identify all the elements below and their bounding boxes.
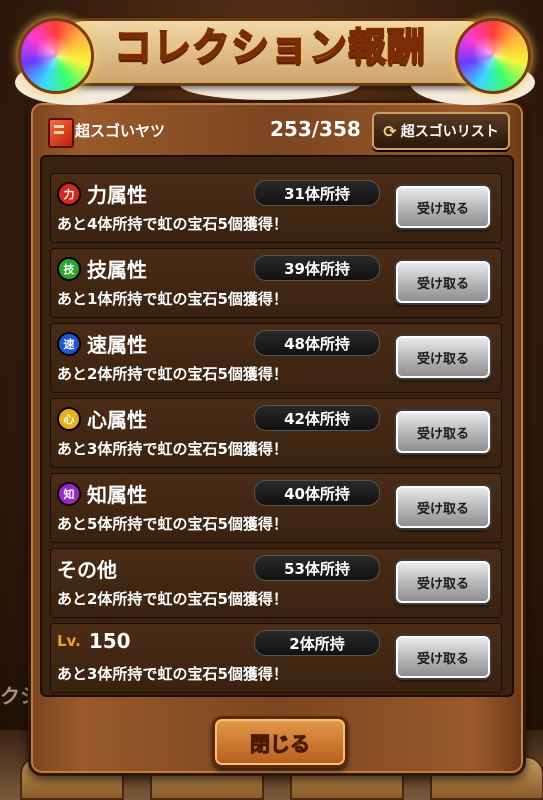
row-title-text: 知属性 xyxy=(87,483,147,507)
reward-row-power: 力 力属性 31体所持 あと4体所持で虹の宝石5個獲得！ 受け取る xyxy=(50,173,502,243)
receive-button[interactable]: 受け取る xyxy=(396,561,490,603)
reward-description: あと4体所持で虹の宝石5個獲得！ xyxy=(57,215,288,233)
receive-button[interactable]: 受け取る xyxy=(396,411,490,453)
wisdom-attribute-icon: 知 xyxy=(57,481,81,506)
owned-count: 31体所持 xyxy=(254,180,380,206)
speed-attribute-icon: 速 xyxy=(57,331,81,356)
row-title: 技 技属性 xyxy=(57,254,147,283)
collection-count: 253/358 xyxy=(270,117,361,141)
receive-button[interactable]: 受け取る xyxy=(396,636,490,678)
super-list-button-label: 超スゴいリスト xyxy=(400,124,499,140)
row-title: その他 xyxy=(57,554,117,583)
row-title-text: 速属性 xyxy=(87,333,147,357)
receive-button[interactable]: 受け取る xyxy=(396,186,490,228)
receive-button[interactable]: 受け取る xyxy=(396,336,490,378)
skill-attribute-icon: 技 xyxy=(57,256,81,281)
owned-count: 39体所持 xyxy=(254,255,380,281)
row-title: Lv. 150 xyxy=(57,629,131,653)
owned-count: 53体所持 xyxy=(254,555,380,581)
collection-label: 超スゴいヤツ xyxy=(75,122,166,140)
refresh-icon: ⟳ xyxy=(383,121,397,141)
reward-description: あと3体所持で虹の宝石5個獲得！ xyxy=(57,440,288,458)
book-icon xyxy=(48,118,74,148)
reward-description: あと3体所持で虹の宝石5個獲得！ xyxy=(57,665,288,683)
owned-count: 2体所持 xyxy=(254,630,380,656)
power-attribute-icon: 力 xyxy=(57,181,81,206)
owned-count: 42体所持 xyxy=(254,405,380,431)
heart-attribute-icon: 心 xyxy=(57,406,81,431)
reward-description: あと2体所持で虹の宝石5個獲得！ xyxy=(57,590,288,608)
reward-description: あと5体所持で虹の宝石5個獲得！ xyxy=(57,515,288,533)
super-list-button[interactable]: ⟳ 超スゴいリスト xyxy=(372,112,510,150)
row-title: 心 心属性 xyxy=(57,404,147,433)
reward-row-other: その他 53体所持 あと2体所持で虹の宝石5個獲得！ 受け取る xyxy=(50,548,502,618)
reward-row-wisdom: 知 知属性 40体所持 あと5体所持で虹の宝石5個獲得！ 受け取る xyxy=(50,473,502,543)
row-title: 力 力属性 xyxy=(57,179,147,208)
receive-button[interactable]: 受け取る xyxy=(396,261,490,303)
row-title: 速 速属性 xyxy=(57,329,147,358)
owned-count: 48体所持 xyxy=(254,330,380,356)
receive-button[interactable]: 受け取る xyxy=(396,486,490,528)
row-title: 知 知属性 xyxy=(57,479,147,508)
row-title-text: その他 xyxy=(57,558,117,582)
reward-description: あと1体所持で虹の宝石5個獲得！ xyxy=(57,290,288,308)
reward-row-level: Lv. 150 2体所持 あと3体所持で虹の宝石5個獲得！ 受け取る xyxy=(50,623,502,693)
dialog-title: コレクション報酬 xyxy=(113,24,426,70)
reward-description: あと2体所持で虹の宝石5個獲得！ xyxy=(57,365,288,383)
level-prefix: Lv. xyxy=(57,632,81,650)
reward-row-speed: 速 速属性 48体所持 あと2体所持で虹の宝石5個獲得！ 受け取る xyxy=(50,323,502,393)
close-button[interactable]: 閉じる xyxy=(212,716,348,768)
owned-count: 40体所持 xyxy=(254,480,380,506)
reward-row-skill: 技 技属性 39体所持 あと1体所持で虹の宝石5個獲得！ 受け取る xyxy=(50,248,502,318)
reward-row-heart: 心 心属性 42体所持 あと3体所持で虹の宝石5個獲得！ 受け取る xyxy=(50,398,502,468)
row-title-text: 心属性 xyxy=(87,408,147,432)
row-title-text: 150 xyxy=(88,629,131,653)
row-title-text: 技属性 xyxy=(87,258,147,282)
row-title-text: 力属性 xyxy=(87,183,147,207)
